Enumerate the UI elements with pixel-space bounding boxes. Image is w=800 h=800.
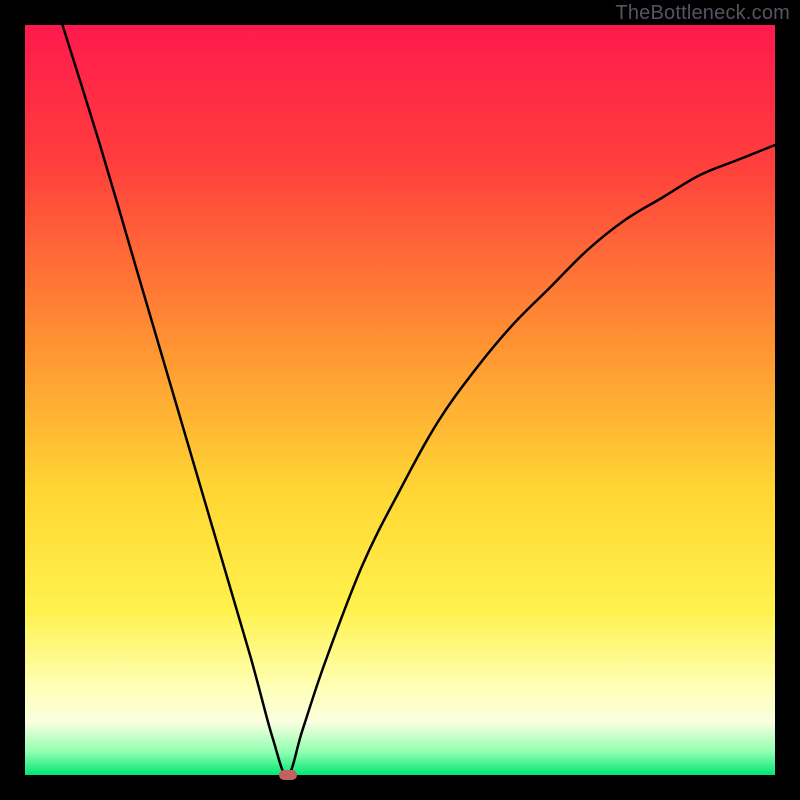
optimal-point-marker — [279, 770, 297, 780]
chart-frame — [25, 25, 775, 775]
plot-area — [25, 25, 775, 775]
bottleneck-curve — [25, 25, 775, 775]
watermark-text: TheBottleneck.com — [615, 2, 790, 25]
